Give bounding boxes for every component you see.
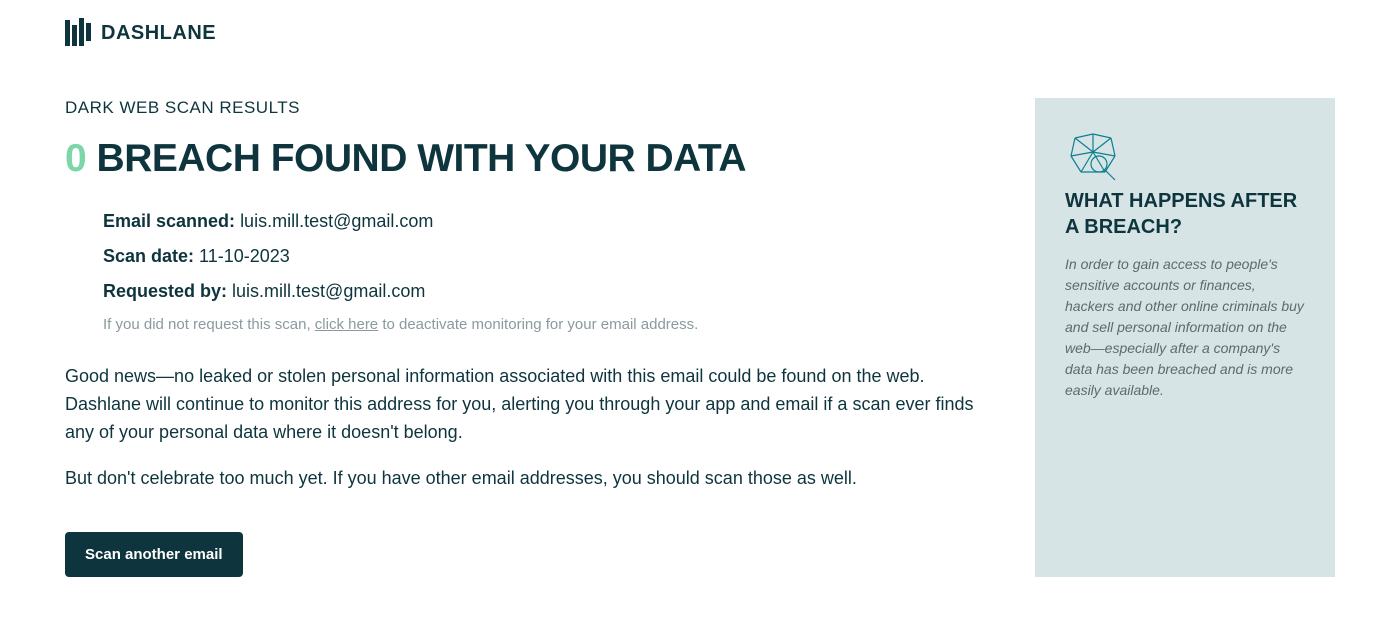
meta-value: 11-10-2023 [199, 246, 290, 266]
result-heading: 0 BREACH FOUND WITH YOUR DATA [65, 138, 995, 181]
meta-requested-by: Requested by: luis.mill.test@gmail.com [103, 281, 995, 302]
meta-value: luis.mill.test@gmail.com [232, 281, 425, 301]
sidebar-body: In order to gain access to people's sens… [1065, 254, 1305, 401]
main-content: DARK WEB SCAN RESULTS 0 BREACH FOUND WIT… [65, 98, 995, 577]
meta-label: Requested by: [103, 281, 227, 301]
meta-email-scanned: Email scanned: luis.mill.test@gmail.com [103, 211, 995, 232]
scan-meta: Email scanned: luis.mill.test@gmail.com … [65, 211, 995, 333]
deactivate-notice: If you did not request this scan, click … [103, 316, 995, 333]
dashlane-logo-icon [65, 18, 91, 48]
breach-title: BREACH FOUND WITH YOUR DATA [97, 137, 746, 180]
breach-count: 0 [65, 137, 86, 180]
meta-label: Scan date: [103, 246, 194, 266]
deactivate-suffix: to deactivate monitoring for your email … [378, 316, 698, 333]
meta-label: Email scanned: [103, 211, 235, 231]
sidebar-title: WHAT HAPPENS AFTER A BREACH? [1065, 188, 1305, 240]
meta-scan-date: Scan date: 11-10-2023 [103, 246, 995, 267]
meta-value: luis.mill.test@gmail.com [240, 211, 433, 231]
web-search-icon [1065, 128, 1121, 189]
scan-another-email-button[interactable]: Scan another email [65, 532, 243, 577]
deactivate-prefix: If you did not request this scan, [103, 316, 315, 333]
result-paragraph-2: But don't celebrate too much yet. If you… [65, 465, 995, 493]
result-paragraph-1: Good news—no leaked or stolen personal i… [65, 363, 995, 447]
info-sidebar: WHAT HAPPENS AFTER A BREACH? In order to… [1035, 98, 1335, 577]
header: DASHLANE [65, 18, 1335, 48]
brand-name: DASHLANE [101, 22, 216, 45]
section-label: DARK WEB SCAN RESULTS [65, 98, 995, 118]
deactivate-link[interactable]: click here [315, 316, 378, 333]
